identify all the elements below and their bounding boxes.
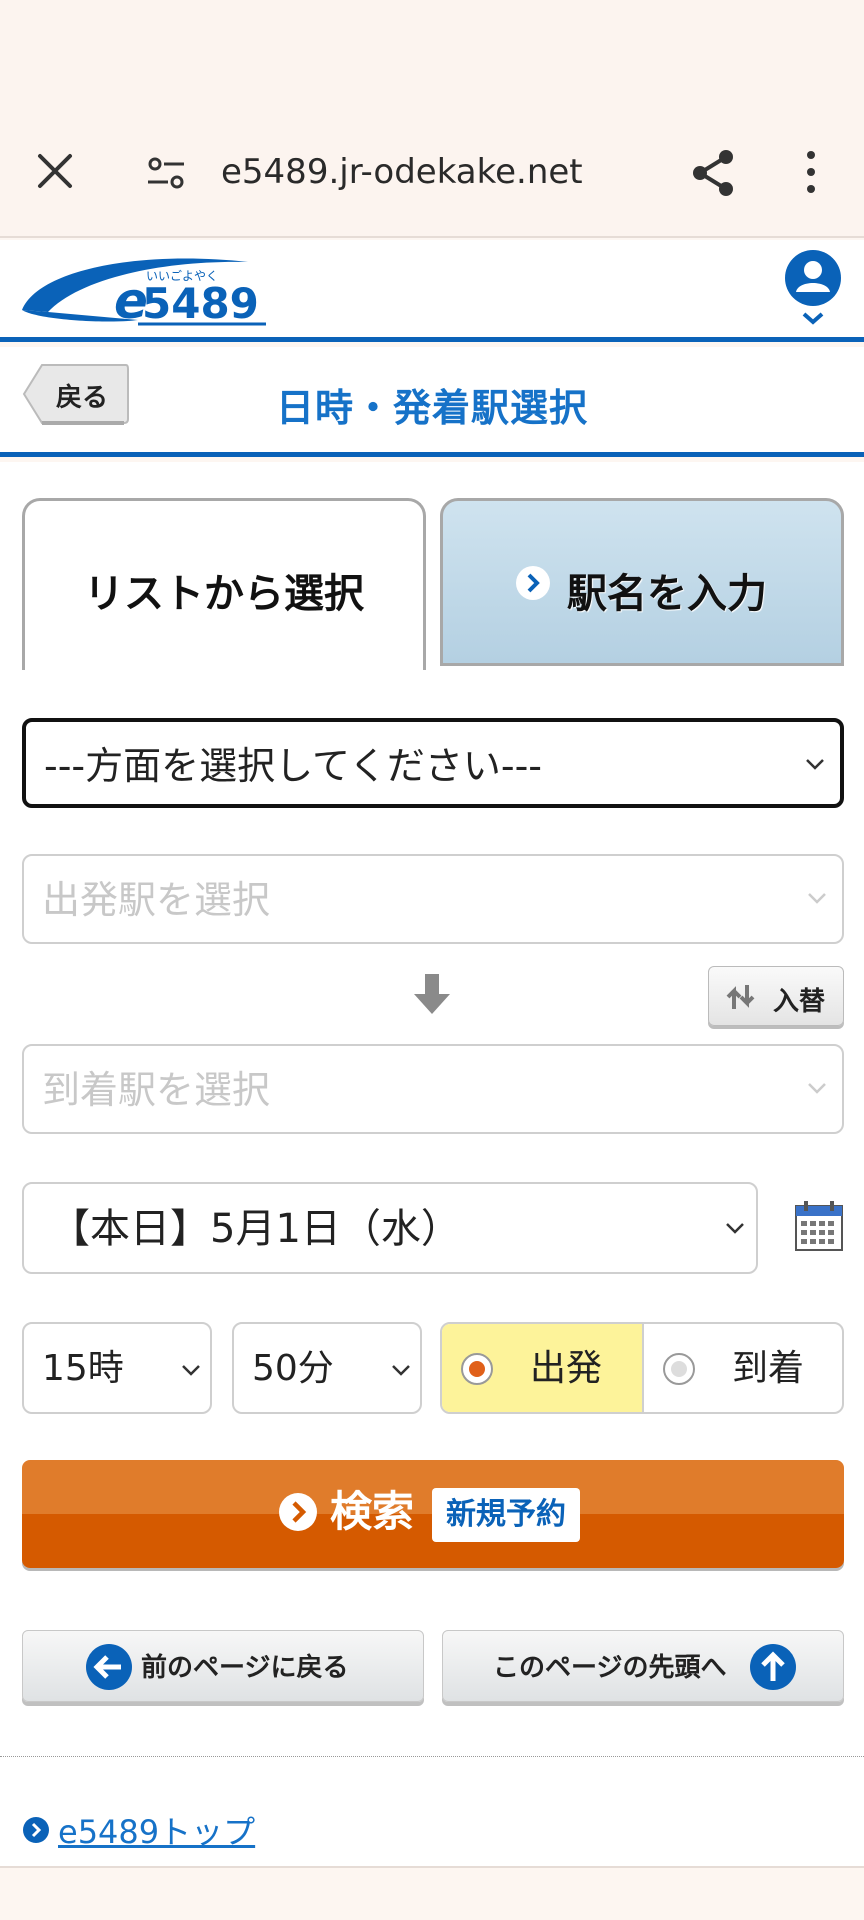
page-settings-icon[interactable]	[146, 156, 186, 190]
swap-stations-button[interactable]: 入替	[708, 966, 844, 1026]
svg-text:5489: 5489	[142, 279, 259, 328]
url-bar[interactable]: e5489.jr-odekake.net	[221, 150, 583, 194]
divider	[0, 1756, 864, 1757]
chevron-right-icon	[516, 566, 550, 600]
calendar-icon[interactable]	[794, 1200, 844, 1252]
departure-station-placeholder: 出発駅を選択	[42, 878, 271, 922]
search-button-label: 検索	[330, 1487, 415, 1536]
chevron-down-icon	[392, 1365, 410, 1376]
more-vert-icon[interactable]	[800, 150, 822, 194]
e5489-logo[interactable]: e 5489 いいごよやく	[18, 250, 270, 330]
close-icon[interactable]	[34, 150, 76, 192]
tab-list-select[interactable]: リストから選択	[22, 498, 426, 670]
radio-arrival[interactable]: 到着	[644, 1324, 842, 1412]
arrival-station-placeholder: 到着駅を選択	[42, 1068, 271, 1112]
minute-select[interactable]: 50分	[232, 1322, 422, 1414]
page-top-label: このページの先頭へ	[493, 1653, 727, 1683]
tab-list-select-label: リストから選択	[84, 571, 364, 617]
chevron-down-icon	[182, 1365, 200, 1376]
arrow-down-icon	[414, 974, 450, 1014]
bottom-divider	[0, 1866, 864, 1868]
hour-select-value: 15時	[42, 1348, 124, 1389]
chevron-down-icon	[726, 1223, 744, 1234]
direction-select-value: ---方面を選択してください---	[44, 744, 542, 788]
radio-arrival-label: 到着	[732, 1348, 805, 1389]
radio-selected-icon	[461, 1353, 493, 1385]
radio-departure[interactable]: 出発	[442, 1324, 644, 1412]
departure-arrival-radio-group: 出発 到着	[440, 1322, 844, 1414]
arrow-up-icon	[750, 1644, 796, 1690]
previous-page-label: 前のページに戻る	[141, 1653, 349, 1683]
swap-label: 入替	[773, 987, 826, 1017]
chevron-right-icon	[23, 1817, 49, 1843]
chevron-down-icon	[808, 1083, 826, 1094]
direction-select[interactable]: ---方面を選択してください---	[22, 718, 844, 808]
tab-station-input-label: 駅名を入力	[567, 571, 767, 617]
user-account-icon[interactable]	[782, 248, 844, 330]
date-select[interactable]: 【本日】5月1日（水）	[22, 1182, 758, 1274]
title-bar: 戻る 日時・発着駅選択	[0, 347, 864, 457]
arrow-left-icon	[86, 1644, 132, 1690]
search-button[interactable]: 検索 新規予約	[22, 1460, 844, 1568]
site-header: e 5489 いいごよやく	[0, 240, 864, 342]
radio-unselected-icon	[663, 1353, 695, 1385]
chevron-right-icon	[279, 1493, 317, 1531]
tab-station-input[interactable]: 駅名を入力	[440, 498, 844, 666]
e5489-top-link[interactable]: e5489トップ	[58, 1812, 255, 1852]
swap-arrows-icon	[726, 985, 755, 1009]
share-icon[interactable]	[690, 148, 736, 198]
main-content: リストから選択 駅名を入力 ---方面を選択してください--- 出発駅を選択 入…	[0, 462, 864, 1867]
departure-station-select[interactable]: 出発駅を選択	[22, 854, 844, 944]
arrival-station-select[interactable]: 到着駅を選択	[22, 1044, 844, 1134]
new-reservation-badge: 新規予約	[432, 1488, 580, 1542]
chevron-down-icon	[808, 893, 826, 904]
chevron-down-icon	[806, 759, 824, 770]
page-top-button[interactable]: このページの先頭へ	[442, 1630, 844, 1702]
hour-select[interactable]: 15時	[22, 1322, 212, 1414]
minute-select-value: 50分	[252, 1348, 334, 1389]
svg-text:いいごよやく: いいごよやく	[146, 268, 218, 283]
radio-departure-label: 出発	[530, 1348, 603, 1389]
date-select-value: 【本日】5月1日（水）	[50, 1206, 461, 1252]
browser-toolbar: e5489.jr-odekake.net	[0, 0, 864, 238]
previous-page-button[interactable]: 前のページに戻る	[22, 1630, 424, 1702]
page-title: 日時・発着駅選択	[275, 386, 588, 430]
